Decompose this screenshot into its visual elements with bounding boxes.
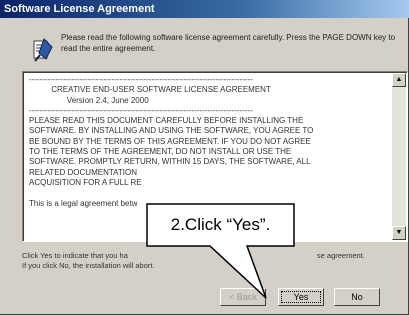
license-body-line: PLEASE READ THIS DOCUMENT CAREFULLY BEFO…	[29, 116, 304, 126]
agreement-prompt-line2: If you click No, the installation will a…	[22, 261, 155, 270]
agreement-prompt-line1-end: se agreement.	[316, 251, 365, 260]
license-body-line: RELATED DOCUMENTATION	[29, 167, 138, 177]
license-body-line: ACQUISITION FOR A FULL RE	[29, 177, 142, 187]
vertical-scrollbar[interactable]: ▲ ▼	[392, 73, 406, 240]
license-divider-top: ----------------------------------------…	[29, 75, 253, 84]
license-text: ----------------------------------------…	[29, 75, 389, 209]
scroll-down-arrow-icon[interactable]: ▼	[392, 226, 406, 240]
license-text-area[interactable]: ----------------------------------------…	[22, 71, 408, 242]
yes-button[interactable]: Yes	[278, 288, 324, 306]
license-divider: ----------------------------------------…	[29, 105, 253, 115]
license-body-line: SOFTWARE. PROMPTLY RETURN, WITHIN 15 DAY…	[29, 157, 311, 167]
license-heading: CREATIVE END-USER SOFTWARE LICENSE AGREE…	[51, 85, 271, 95]
license-body-line: TO THE TERMS OF THE AGREEMENT, DO NOT IN…	[29, 147, 292, 157]
license-body-line: BE BOUND BY THE TERMS OF THIS AGREEMENT.…	[29, 136, 311, 146]
agreement-prompt-line1: Click Yes to indicate that you ha	[22, 251, 128, 260]
no-button[interactable]: No	[334, 288, 380, 306]
license-body-line: SOFTWARE. BY INSTALLING AND USING THE SO…	[29, 126, 314, 136]
license-agreement-window: Software License Agreement Please read t…	[0, 0, 409, 315]
license-agreement-icon	[33, 38, 53, 62]
title-bar: Software License Agreement	[0, 0, 409, 18]
instruction-text: Please read the following software licen…	[61, 33, 396, 53]
agreement-prompt: Click Yes to indicate that you ha se agre…	[22, 251, 406, 271]
license-footer-line: This is a legal agreement betw	[29, 198, 138, 208]
back-button[interactable]: < Back	[220, 288, 266, 306]
scroll-up-arrow-icon[interactable]: ▲	[392, 73, 406, 87]
license-version: Version 2.4, June 2000	[66, 95, 149, 105]
